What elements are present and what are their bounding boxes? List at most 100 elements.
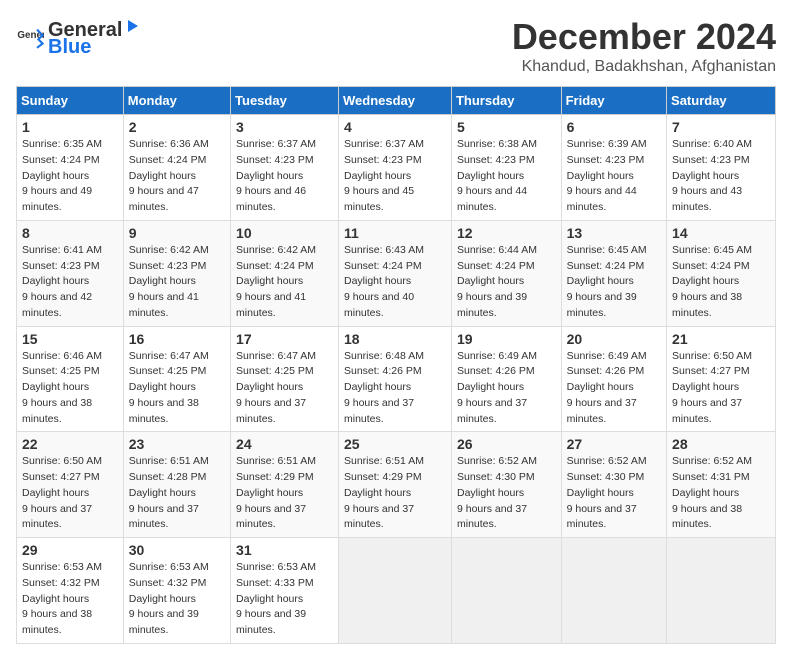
sunset-label: Sunset: 4:23 PM xyxy=(672,154,750,166)
sunset-label: Sunset: 4:29 PM xyxy=(344,471,422,483)
sunset-label: Sunset: 4:28 PM xyxy=(129,471,207,483)
daylight-duration: 9 hours and 37 minutes. xyxy=(457,397,527,425)
daylight-label: Daylight hours xyxy=(129,487,196,499)
daylight-label: Daylight hours xyxy=(457,170,524,182)
day-number: 21 xyxy=(672,331,770,347)
daylight-label: Daylight hours xyxy=(129,170,196,182)
day-info: Sunrise: 6:45 AM Sunset: 4:24 PM Dayligh… xyxy=(567,243,661,322)
daylight-duration: 9 hours and 37 minutes. xyxy=(22,503,92,531)
day-info: Sunrise: 6:51 AM Sunset: 4:28 PM Dayligh… xyxy=(129,454,225,533)
day-number: 1 xyxy=(22,119,118,135)
daylight-duration: 9 hours and 40 minutes. xyxy=(344,291,414,319)
week-row-4: 22 Sunrise: 6:50 AM Sunset: 4:27 PM Dayl… xyxy=(17,432,776,538)
daylight-label: Daylight hours xyxy=(344,381,411,393)
daylight-label: Daylight hours xyxy=(672,170,739,182)
daylight-label: Daylight hours xyxy=(22,275,89,287)
daylight-duration: 9 hours and 38 minutes. xyxy=(672,291,742,319)
day-info: Sunrise: 6:45 AM Sunset: 4:24 PM Dayligh… xyxy=(672,243,770,322)
daylight-label: Daylight hours xyxy=(236,593,303,605)
calendar-cell: 15 Sunrise: 6:46 AM Sunset: 4:25 PM Dayl… xyxy=(17,326,124,432)
sunset-label: Sunset: 4:31 PM xyxy=(672,471,750,483)
daylight-label: Daylight hours xyxy=(344,275,411,287)
day-number: 23 xyxy=(129,436,225,452)
sunset-label: Sunset: 4:23 PM xyxy=(129,260,207,272)
sunrise-label: Sunrise: 6:53 AM xyxy=(129,561,209,573)
daylight-label: Daylight hours xyxy=(236,381,303,393)
day-number: 16 xyxy=(129,331,225,347)
daylight-label: Daylight hours xyxy=(236,170,303,182)
day-info: Sunrise: 6:42 AM Sunset: 4:23 PM Dayligh… xyxy=(129,243,225,322)
day-info: Sunrise: 6:50 AM Sunset: 4:27 PM Dayligh… xyxy=(22,454,118,533)
sunrise-label: Sunrise: 6:35 AM xyxy=(22,138,102,150)
daylight-label: Daylight hours xyxy=(236,487,303,499)
logo-icon: General xyxy=(16,24,44,52)
sunrise-label: Sunrise: 6:51 AM xyxy=(344,455,424,467)
sunrise-label: Sunrise: 6:36 AM xyxy=(129,138,209,150)
daylight-label: Daylight hours xyxy=(22,593,89,605)
calendar-cell: 7 Sunrise: 6:40 AM Sunset: 4:23 PM Dayli… xyxy=(667,115,776,221)
day-number: 17 xyxy=(236,331,333,347)
sunset-label: Sunset: 4:32 PM xyxy=(129,577,207,589)
day-number: 7 xyxy=(672,119,770,135)
week-row-1: 1 Sunrise: 6:35 AM Sunset: 4:24 PM Dayli… xyxy=(17,115,776,221)
daylight-label: Daylight hours xyxy=(567,275,634,287)
sunrise-label: Sunrise: 6:38 AM xyxy=(457,138,537,150)
daylight-duration: 9 hours and 37 minutes. xyxy=(567,397,637,425)
sunset-label: Sunset: 4:23 PM xyxy=(567,154,645,166)
calendar-cell: 27 Sunrise: 6:52 AM Sunset: 4:30 PM Dayl… xyxy=(561,432,666,538)
day-number: 6 xyxy=(567,119,661,135)
calendar-cell xyxy=(338,538,451,644)
sunset-label: Sunset: 4:32 PM xyxy=(22,577,100,589)
calendar-cell: 21 Sunrise: 6:50 AM Sunset: 4:27 PM Dayl… xyxy=(667,326,776,432)
sunset-label: Sunset: 4:25 PM xyxy=(22,365,100,377)
calendar-cell: 6 Sunrise: 6:39 AM Sunset: 4:23 PM Dayli… xyxy=(561,115,666,221)
sunrise-label: Sunrise: 6:49 AM xyxy=(567,350,647,362)
calendar-cell: 26 Sunrise: 6:52 AM Sunset: 4:30 PM Dayl… xyxy=(451,432,561,538)
day-header-sunday: Sunday xyxy=(17,87,124,115)
daylight-label: Daylight hours xyxy=(129,275,196,287)
sunset-label: Sunset: 4:23 PM xyxy=(457,154,535,166)
sunrise-label: Sunrise: 6:48 AM xyxy=(344,350,424,362)
calendar-cell: 4 Sunrise: 6:37 AM Sunset: 4:23 PM Dayli… xyxy=(338,115,451,221)
daylight-duration: 9 hours and 43 minutes. xyxy=(672,185,742,213)
day-number: 5 xyxy=(457,119,556,135)
daylight-label: Daylight hours xyxy=(567,381,634,393)
sunset-label: Sunset: 4:24 PM xyxy=(567,260,645,272)
logo: General General Blue xyxy=(16,16,142,59)
sunset-label: Sunset: 4:24 PM xyxy=(236,260,314,272)
sunset-label: Sunset: 4:25 PM xyxy=(236,365,314,377)
daylight-label: Daylight hours xyxy=(672,381,739,393)
sunset-label: Sunset: 4:23 PM xyxy=(22,260,100,272)
daylight-duration: 9 hours and 45 minutes. xyxy=(344,185,414,213)
day-info: Sunrise: 6:52 AM Sunset: 4:30 PM Dayligh… xyxy=(567,454,661,533)
daylight-duration: 9 hours and 41 minutes. xyxy=(236,291,306,319)
daylight-duration: 9 hours and 47 minutes. xyxy=(129,185,199,213)
sunset-label: Sunset: 4:30 PM xyxy=(567,471,645,483)
day-number: 18 xyxy=(344,331,446,347)
day-number: 30 xyxy=(129,542,225,558)
week-row-2: 8 Sunrise: 6:41 AM Sunset: 4:23 PM Dayli… xyxy=(17,220,776,326)
sunrise-label: Sunrise: 6:49 AM xyxy=(457,350,537,362)
day-info: Sunrise: 6:44 AM Sunset: 4:24 PM Dayligh… xyxy=(457,243,556,322)
daylight-duration: 9 hours and 38 minutes. xyxy=(129,397,199,425)
calendar-table: SundayMondayTuesdayWednesdayThursdayFrid… xyxy=(16,86,776,644)
calendar-cell: 23 Sunrise: 6:51 AM Sunset: 4:28 PM Dayl… xyxy=(123,432,230,538)
header: General General Blue December 2024 Khand… xyxy=(16,16,776,76)
day-number: 27 xyxy=(567,436,661,452)
day-number: 26 xyxy=(457,436,556,452)
sunrise-label: Sunrise: 6:47 AM xyxy=(129,350,209,362)
sunset-label: Sunset: 4:29 PM xyxy=(236,471,314,483)
sunset-label: Sunset: 4:27 PM xyxy=(22,471,100,483)
daylight-label: Daylight hours xyxy=(236,275,303,287)
calendar-cell: 8 Sunrise: 6:41 AM Sunset: 4:23 PM Dayli… xyxy=(17,220,124,326)
sunrise-label: Sunrise: 6:42 AM xyxy=(236,244,316,256)
day-info: Sunrise: 6:43 AM Sunset: 4:24 PM Dayligh… xyxy=(344,243,446,322)
calendar-cell: 19 Sunrise: 6:49 AM Sunset: 4:26 PM Dayl… xyxy=(451,326,561,432)
daylight-duration: 9 hours and 39 minutes. xyxy=(129,608,199,636)
daylight-label: Daylight hours xyxy=(457,275,524,287)
daylight-label: Daylight hours xyxy=(22,487,89,499)
daylight-duration: 9 hours and 41 minutes. xyxy=(129,291,199,319)
calendar-cell: 24 Sunrise: 6:51 AM Sunset: 4:29 PM Dayl… xyxy=(231,432,339,538)
daylight-duration: 9 hours and 37 minutes. xyxy=(344,397,414,425)
calendar-cell: 18 Sunrise: 6:48 AM Sunset: 4:26 PM Dayl… xyxy=(338,326,451,432)
